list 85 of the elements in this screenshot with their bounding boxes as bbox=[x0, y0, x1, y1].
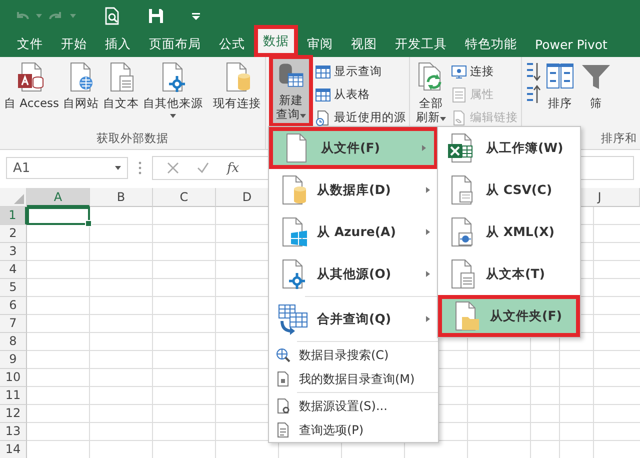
menu-item[interactable]: 从文本(T) bbox=[438, 253, 580, 295]
ribbon-tab[interactable]: 插入 bbox=[96, 32, 140, 57]
caret-icon[interactable] bbox=[70, 14, 76, 18]
group-label: 排序和 bbox=[601, 131, 637, 147]
row-header[interactable]: 1 bbox=[0, 207, 27, 225]
row-header[interactable]: 13 bbox=[0, 423, 27, 441]
name-box[interactable]: A1 bbox=[6, 157, 128, 179]
ribbon-tab[interactable]: 数据 bbox=[254, 25, 298, 57]
ribbon-button[interactable]: 排序 bbox=[543, 59, 578, 113]
print-preview-icon[interactable] bbox=[104, 7, 120, 25]
submenu-arrow-icon bbox=[426, 187, 430, 193]
ribbon-button[interactable]: 自其他来源 bbox=[142, 59, 204, 120]
row-header[interactable]: 9 bbox=[0, 351, 27, 369]
menu-item[interactable]: 从工作簿(W) bbox=[438, 127, 580, 169]
ribbon-button[interactable]: 现有连接 bbox=[212, 59, 262, 113]
menu-item[interactable]: 从 Azure(A) bbox=[269, 211, 438, 253]
submenu-arrow-icon bbox=[426, 316, 430, 322]
ribbon-tab[interactable]: 开发工具 bbox=[386, 32, 456, 57]
dropdown-caret-icon bbox=[115, 166, 121, 170]
menu-item[interactable]: 从文件(F) bbox=[269, 127, 438, 169]
ribbon-tab[interactable]: 文件 bbox=[8, 32, 52, 57]
ribbon-button[interactable]: 从表格 bbox=[315, 84, 406, 105]
menu-item[interactable]: 查询选项(P) bbox=[269, 418, 438, 442]
row-header[interactable]: 3 bbox=[0, 243, 27, 261]
column-header[interactable]: A bbox=[27, 188, 90, 207]
menu-item[interactable]: 从文件夹(F) bbox=[438, 295, 580, 337]
select-all-corner[interactable] bbox=[0, 188, 27, 207]
ribbon-tab[interactable]: 页面布局 bbox=[140, 32, 210, 57]
ribbon-button[interactable]: 筛 bbox=[579, 59, 614, 113]
menu-item[interactable]: 从其他源(O) bbox=[269, 253, 438, 295]
caret-icon bbox=[300, 114, 306, 118]
row-header[interactable]: 6 bbox=[0, 297, 27, 315]
ribbon-button[interactable]: 显示查询 bbox=[315, 61, 406, 82]
caret-icon bbox=[170, 114, 176, 118]
row-header[interactable]: 7 bbox=[0, 315, 27, 333]
row-header[interactable]: 12 bbox=[0, 405, 27, 423]
submenu-arrow-icon bbox=[426, 271, 430, 277]
group-label: 获取外部数据 bbox=[96, 131, 170, 147]
cancel-icon[interactable] bbox=[167, 162, 179, 174]
menu-item[interactable]: 我的数据目录查询(M) bbox=[269, 367, 438, 391]
row-header[interactable]: 2 bbox=[0, 225, 27, 243]
row-header[interactable]: 10 bbox=[0, 369, 27, 387]
menu-item[interactable]: 数据目录搜索(C) bbox=[269, 343, 438, 367]
caret-icon[interactable] bbox=[36, 14, 42, 18]
ribbon-tab[interactable]: 公式 bbox=[210, 32, 254, 57]
ribbon-tab[interactable]: 特色功能 bbox=[456, 32, 526, 57]
ribbon-button[interactable]: 自 Access bbox=[3, 59, 60, 113]
corner-triangle-icon bbox=[14, 194, 24, 204]
customize-caret-icon[interactable] bbox=[192, 12, 200, 20]
catalog-page-icon bbox=[275, 371, 291, 387]
ribbon-button[interactable]: 自网站 bbox=[62, 59, 100, 113]
ribbon-button[interactable]: 连接 bbox=[451, 61, 518, 82]
table-icon bbox=[315, 86, 332, 102]
save-icon[interactable] bbox=[148, 8, 164, 24]
sort-ascending-icon[interactable] bbox=[525, 61, 542, 83]
menu-item[interactable]: 数据源设置(S)... bbox=[269, 394, 438, 418]
active-cell[interactable] bbox=[27, 207, 90, 225]
column-header[interactable]: C bbox=[153, 188, 216, 207]
table-icon bbox=[315, 64, 332, 80]
ribbon-tab[interactable]: 开始 bbox=[52, 32, 96, 57]
monitor-icon bbox=[451, 64, 468, 80]
globe-search-icon bbox=[275, 347, 291, 363]
page-gear-icon bbox=[275, 398, 291, 414]
page-list-icon bbox=[275, 422, 291, 438]
menu-item[interactable]: 合并查询(Q) bbox=[269, 298, 438, 340]
enter-icon[interactable] bbox=[197, 162, 209, 174]
drag-handle-icon[interactable] bbox=[138, 161, 142, 175]
submenu-arrow-icon bbox=[422, 145, 426, 151]
row-header[interactable]: 4 bbox=[0, 261, 27, 279]
list-icon bbox=[451, 86, 468, 102]
row-header[interactable]: 5 bbox=[0, 279, 27, 297]
row-header[interactable]: 8 bbox=[0, 333, 27, 351]
ribbon-button[interactable]: 新建查询 bbox=[269, 55, 314, 127]
column-header[interactable]: B bbox=[90, 188, 153, 207]
ribbon-button[interactable]: 自文本 bbox=[102, 59, 140, 113]
ribbon-tab[interactable]: 审阅 bbox=[298, 32, 342, 57]
caret-icon bbox=[440, 117, 446, 121]
ribbon-tab[interactable]: 视图 bbox=[342, 32, 386, 57]
menu-item[interactable]: 从 XML(X) bbox=[438, 211, 580, 253]
merge-tables-icon bbox=[277, 303, 309, 335]
ribbon-tab[interactable]: Power Pivot bbox=[526, 32, 616, 57]
submenu-arrow-icon bbox=[426, 229, 430, 235]
row-header[interactable]: 14 bbox=[0, 441, 27, 458]
insert-function-button[interactable]: fx bbox=[227, 160, 240, 176]
row-header[interactable]: 11 bbox=[0, 387, 27, 405]
